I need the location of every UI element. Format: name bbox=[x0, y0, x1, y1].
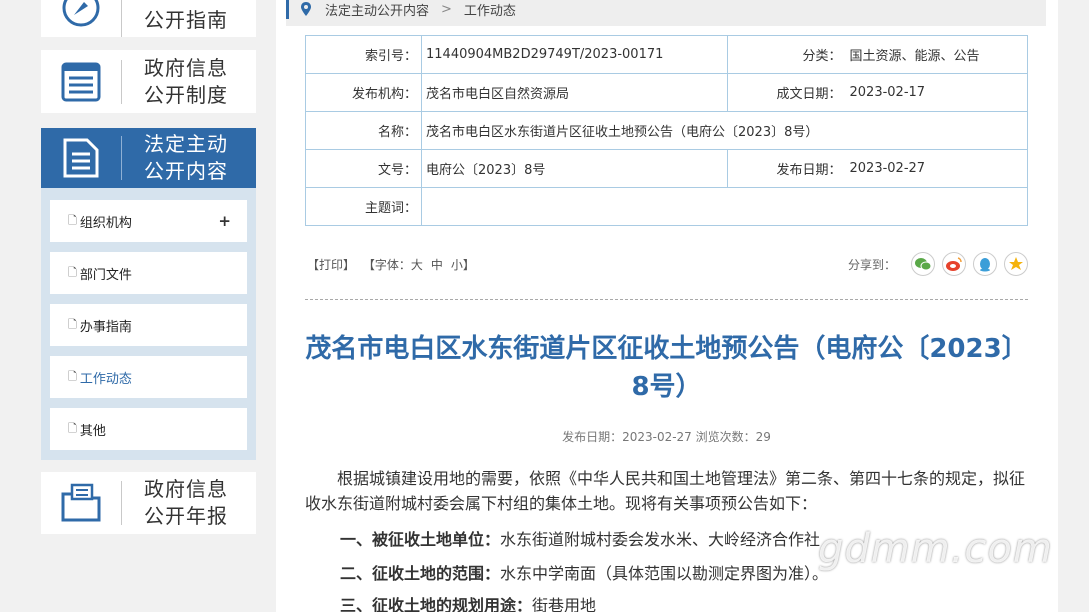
sidebar-block-label: 政府信息 公开年报 bbox=[122, 476, 228, 530]
doc-icon: 🗋 bbox=[68, 369, 77, 383]
list-doc-icon bbox=[41, 50, 121, 113]
font-medium-button[interactable]: 中 bbox=[431, 258, 443, 272]
subject-value bbox=[421, 187, 1028, 226]
name-label: 名称： bbox=[305, 111, 422, 150]
item-heading: 一、被征收土地单位： bbox=[340, 530, 501, 549]
publisher-value: 茂名市电白区自然资源局 bbox=[421, 73, 728, 112]
doc-icon: 🗋 bbox=[68, 213, 77, 227]
publish-date-value: 2023-02-27 bbox=[845, 149, 1028, 188]
label-line: 政府信息 bbox=[144, 477, 228, 501]
weibo-icon[interactable] bbox=[942, 252, 966, 276]
submenu: 🗋 组织机构 + 🗋 部门文件 🗋 办事指南 🗋 工作动态 🗋 其他 bbox=[41, 188, 256, 460]
table-row: 文号： 电府公〔2023〕8号 发布日期： 2023-02-27 bbox=[305, 149, 1028, 188]
breadcrumb-link[interactable]: 法定主动公开内容 bbox=[325, 0, 429, 19]
submenu-label: 办事指南 bbox=[79, 319, 132, 335]
qzone-icon[interactable] bbox=[1004, 252, 1028, 276]
table-row: 名称： 茂名市电白区水东街道片区征收土地预公告（电府公〔2023〕8号） bbox=[305, 111, 1028, 150]
location-pin-icon bbox=[301, 2, 311, 16]
category-value: 国土资源、能源、公告 bbox=[845, 35, 1028, 74]
article-pubinfo: 发布日期：2023-02-27 浏览次数：29 bbox=[562, 430, 771, 444]
sidebar-block-label: 法定主动 公开内容 bbox=[122, 131, 228, 185]
font-size-suffix: 】 bbox=[462, 258, 475, 272]
compass-icon bbox=[41, 0, 121, 37]
sidebar-block-label: 公开指南 bbox=[144, 8, 228, 32]
list-item: 三、征收土地的规划用途：街巷用地 bbox=[340, 592, 596, 612]
document-meta-table: 索引号： 11440904MB2D29749T/2023-00171 分类： 国… bbox=[305, 35, 1028, 226]
font-small-button[interactable]: 小 bbox=[451, 258, 463, 272]
item-heading: 三、征收土地的规划用途： bbox=[340, 596, 533, 612]
submenu-item-work-news[interactable]: 🗋 工作动态 bbox=[50, 356, 247, 398]
created-date-value: 2023-02-17 bbox=[845, 73, 1028, 112]
index-value: 11440904MB2D29749T/2023-00171 bbox=[421, 35, 728, 74]
qq-icon[interactable] bbox=[973, 252, 997, 276]
submenu-label: 工作动态 bbox=[79, 371, 132, 387]
submenu-label: 组织机构 bbox=[79, 215, 132, 231]
folder-icon bbox=[41, 472, 121, 534]
submenu-label: 部门文件 bbox=[79, 267, 132, 283]
item-text: 街巷用地 bbox=[532, 596, 597, 612]
submenu-item-dept-files[interactable]: 🗋 部门文件 bbox=[50, 252, 247, 294]
submenu-label: 其他 bbox=[79, 423, 106, 439]
font-size-prefix: 【字体： bbox=[362, 258, 411, 272]
breadcrumb: 法定主动公开内容 > 工作动态 bbox=[286, 0, 1046, 26]
watermark: gdmm.com bbox=[818, 526, 1053, 572]
item-text: 水东街道附城村委会发水米、大岭经济合作社 bbox=[500, 530, 821, 549]
table-row: 主题词： bbox=[305, 187, 1028, 226]
doc-icon: 🗋 bbox=[68, 317, 77, 331]
name-value: 茂名市电白区水东街道片区征收土地预公告（电府公〔2023〕8号） bbox=[421, 111, 1028, 150]
list-item: 二、征收土地的范围：水东中学南面（具体范围以勘测定界图为准）。 bbox=[340, 560, 828, 584]
label-line: 政府信息 bbox=[144, 55, 228, 80]
publish-date-label: 发布日期： bbox=[727, 149, 846, 188]
doc-number-label: 文号： bbox=[305, 149, 422, 188]
index-label: 索引号： bbox=[305, 35, 422, 74]
label-line: 公开内容 bbox=[144, 159, 228, 183]
article-title: 茂名市电白区水东街道片区征收土地预公告（电府公〔2023〕8号） bbox=[305, 334, 1028, 402]
doc-icon: 🗋 bbox=[68, 421, 77, 435]
sidebar-block-guide[interactable]: 公开指南 bbox=[41, 0, 256, 37]
main-content: 法定主动公开内容 > 工作动态 索引号： 11440904MB2D29749T/… bbox=[276, 0, 1058, 612]
item-heading: 二、征收土地的范围： bbox=[340, 564, 501, 583]
sidebar-block-annual-report[interactable]: 政府信息 公开年报 bbox=[41, 472, 256, 534]
sidebar-block-system[interactable]: 政府信息 公开制度 bbox=[41, 50, 256, 113]
submenu-item-organization[interactable]: 🗋 组织机构 + bbox=[50, 200, 247, 242]
document-icon bbox=[41, 128, 121, 188]
accent-bar bbox=[286, 0, 289, 19]
paragraph: 根据城镇建设用地的需要，依照《中华人民共和国土地管理法》第二条、第四十七条的规定… bbox=[305, 469, 1026, 513]
category-label: 分类： bbox=[727, 35, 846, 74]
chevron-right-icon: > bbox=[441, 1, 452, 17]
label-line: 公开制度 bbox=[144, 82, 228, 107]
article-tools: 【打印】 【字体：大中小】 bbox=[307, 256, 479, 273]
item-text: 水东中学南面（具体范围以勘测定界图为准）。 bbox=[500, 564, 829, 583]
label-line: 公开年报 bbox=[144, 504, 228, 528]
breadcrumb-link[interactable]: 工作动态 bbox=[464, 0, 516, 19]
submenu-item-other[interactable]: 🗋 其他 bbox=[50, 408, 247, 450]
print-button[interactable]: 【打印】 bbox=[307, 258, 355, 272]
list-item: 一、被征收土地单位：水东街道附城村委会发水米、大岭经济合作社 bbox=[340, 526, 820, 550]
subject-label: 主题词： bbox=[305, 187, 422, 226]
font-large-button[interactable]: 大 bbox=[411, 258, 423, 272]
share-bar: 分享到： bbox=[848, 252, 1028, 276]
submenu-item-service-guide[interactable]: 🗋 办事指南 bbox=[50, 304, 247, 346]
expand-icon[interactable]: + bbox=[218, 212, 231, 230]
created-date-label: 成文日期： bbox=[727, 73, 846, 112]
publisher-label: 发布机构： bbox=[305, 73, 422, 112]
sidebar-block-statutory[interactable]: 法定主动 公开内容 bbox=[41, 128, 256, 188]
sidebar-block-label: 政府信息 公开制度 bbox=[122, 55, 228, 109]
table-row: 发布机构： 茂名市电白区自然资源局 成文日期： 2023-02-17 bbox=[305, 73, 1028, 112]
doc-icon: 🗋 bbox=[68, 265, 77, 279]
article-body: 根据城镇建设用地的需要，依照《中华人民共和国土地管理法》第二条、第四十七条的规定… bbox=[305, 466, 1028, 516]
doc-number-value: 电府公〔2023〕8号 bbox=[421, 149, 728, 188]
divider bbox=[305, 299, 1028, 300]
label-line: 法定主动 bbox=[144, 132, 228, 156]
table-row: 索引号： 11440904MB2D29749T/2023-00171 分类： 国… bbox=[305, 35, 1028, 74]
wechat-icon[interactable] bbox=[911, 252, 935, 276]
share-label: 分享到： bbox=[847, 257, 896, 272]
